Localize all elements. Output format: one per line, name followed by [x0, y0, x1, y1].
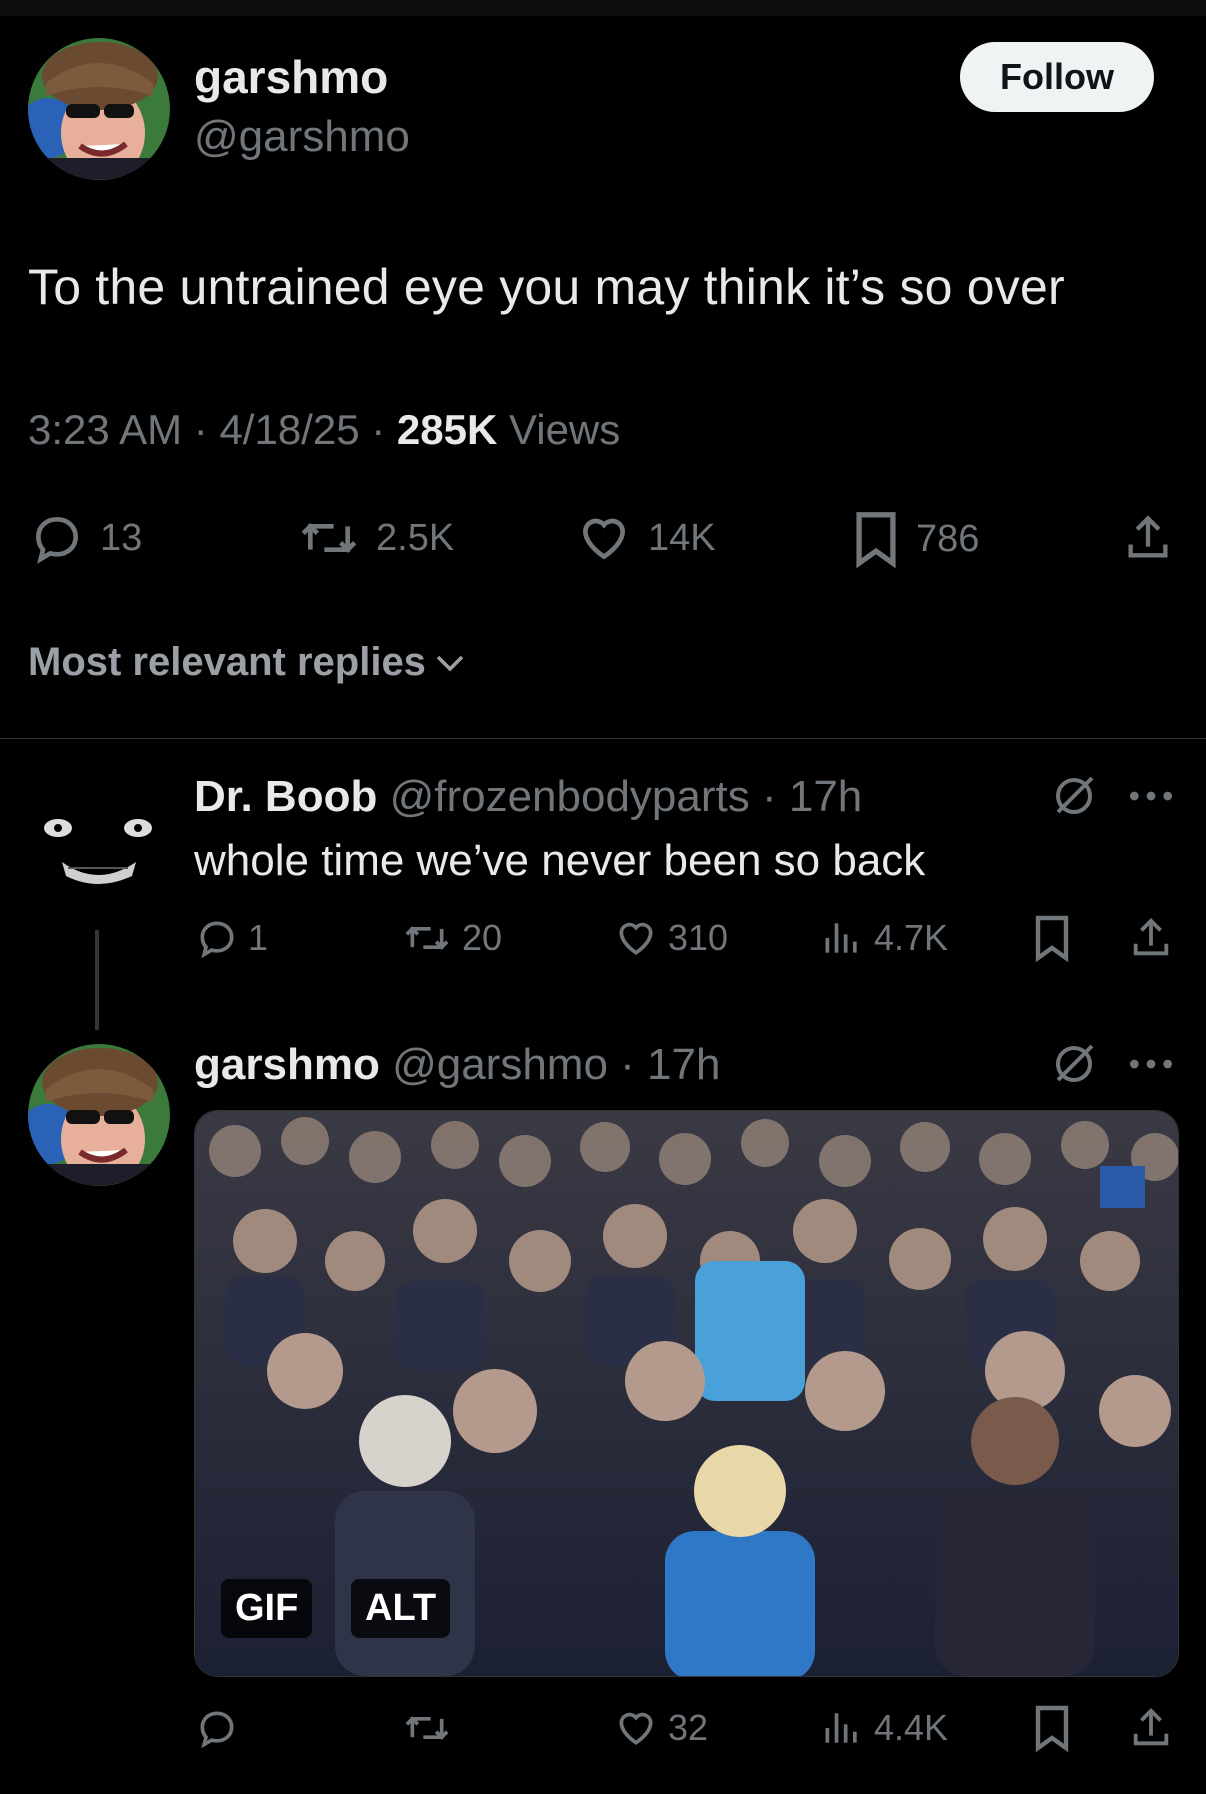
- share-icon: [1133, 918, 1169, 956]
- share-action[interactable]: [1128, 1704, 1174, 1752]
- chevron-down-icon: [436, 655, 464, 672]
- bookmark-action[interactable]: [1030, 1704, 1074, 1752]
- bookmark-icon: [856, 512, 896, 568]
- grok-icon[interactable]: [1050, 772, 1098, 825]
- like-action[interactable]: 14K: [574, 510, 716, 566]
- reply-count: 13: [100, 516, 143, 559]
- avatar[interactable]: [28, 1044, 170, 1186]
- tweet-time[interactable]: 3:23 AM: [28, 406, 182, 453]
- share-action[interactable]: [1128, 914, 1174, 962]
- author-handle[interactable]: @garshmo: [194, 112, 410, 162]
- views-count: 4.4K: [874, 1707, 949, 1748]
- reply-time[interactable]: · 17h: [762, 772, 862, 821]
- tweet-meta: 3:23 AM · 4/18/25 · 285K Views: [28, 406, 620, 454]
- reply-time[interactable]: · 17h: [620, 1040, 720, 1089]
- reply-icon: [35, 516, 79, 564]
- reply-header: garshmo @garshmo · 17h: [194, 1040, 720, 1090]
- reply-action[interactable]: [194, 1706, 248, 1750]
- analytics-icon: [825, 923, 857, 953]
- repost-action[interactable]: 20: [400, 916, 502, 960]
- views-label: Views: [508, 406, 621, 453]
- tweet-date[interactable]: 4/18/25: [219, 406, 359, 453]
- reply-header: Dr. Boob @frozenbodyparts · 17h: [194, 772, 862, 822]
- heart-icon: [582, 518, 626, 560]
- like-count: 310: [668, 917, 729, 958]
- alt-text-button[interactable]: ALT: [351, 1579, 451, 1638]
- meta-separator: ·: [371, 406, 397, 453]
- like-action[interactable]: 32: [612, 1706, 708, 1750]
- bookmark-count: 786: [916, 517, 980, 560]
- bookmark-action[interactable]: 786: [850, 510, 979, 568]
- tweet-text: To the untrained eye you may think it’s …: [28, 259, 1065, 315]
- gif-media[interactable]: GIF ALT: [194, 1110, 1179, 1677]
- repost-action[interactable]: 2.5K: [296, 510, 454, 566]
- bookmark-icon: [1035, 915, 1069, 962]
- analytics-icon: [825, 1713, 857, 1743]
- replies-sort-label: Most relevant replies: [28, 640, 426, 684]
- reply-action[interactable]: 13: [28, 510, 142, 566]
- repost-icon: [405, 1716, 449, 1740]
- views-count: 4.7K: [874, 917, 949, 958]
- like-action[interactable]: 310: [612, 916, 728, 960]
- views-count: 285K: [396, 406, 498, 453]
- more-options-icon[interactable]: [1126, 1044, 1176, 1089]
- repost-icon: [405, 926, 449, 950]
- replies-sort-dropdown[interactable]: Most relevant replies: [28, 640, 468, 685]
- grok-icon[interactable]: [1050, 1040, 1098, 1093]
- heart-icon: [619, 1712, 653, 1745]
- repost-action[interactable]: [400, 1706, 462, 1750]
- author-display-name[interactable]: Dr. Boob: [194, 772, 377, 821]
- share-icon: [1128, 515, 1168, 558]
- reply-action[interactable]: 1: [194, 916, 268, 960]
- status-strip: [0, 0, 1206, 16]
- views-action[interactable]: 4.7K: [820, 916, 948, 960]
- more-options-icon[interactable]: [1126, 776, 1176, 821]
- avatar[interactable]: [28, 780, 170, 922]
- author-display-name[interactable]: garshmo: [194, 50, 388, 104]
- meta-separator: ·: [193, 406, 220, 453]
- gif-badge: GIF: [221, 1579, 313, 1638]
- repost-count: 2.5K: [376, 516, 455, 559]
- share-action[interactable]: [1122, 510, 1174, 566]
- reply-text: whole time we’ve never been so back: [194, 836, 926, 885]
- crowd-gif-image: [195, 1111, 1178, 1676]
- bookmark-icon: [1035, 1705, 1069, 1752]
- repost-icon: [301, 523, 357, 553]
- repost-count: 20: [462, 917, 503, 958]
- author-handle[interactable]: @frozenbodyparts: [390, 772, 750, 821]
- divider: [0, 738, 1206, 739]
- reply-icon: [200, 921, 234, 959]
- reply-icon: [200, 1711, 234, 1749]
- like-count: 14K: [648, 516, 716, 559]
- follow-button[interactable]: Follow: [960, 42, 1154, 112]
- thread-line: [95, 930, 99, 1030]
- author-display-name[interactable]: garshmo: [194, 1040, 380, 1089]
- bookmark-action[interactable]: [1030, 914, 1074, 962]
- author-handle[interactable]: @garshmo: [392, 1040, 608, 1089]
- share-icon: [1133, 1708, 1169, 1746]
- reply-count: 1: [248, 917, 269, 958]
- like-count: 32: [668, 1707, 709, 1748]
- heart-icon: [619, 922, 653, 955]
- avatar[interactable]: [28, 38, 170, 180]
- views-action[interactable]: 4.4K: [820, 1706, 948, 1750]
